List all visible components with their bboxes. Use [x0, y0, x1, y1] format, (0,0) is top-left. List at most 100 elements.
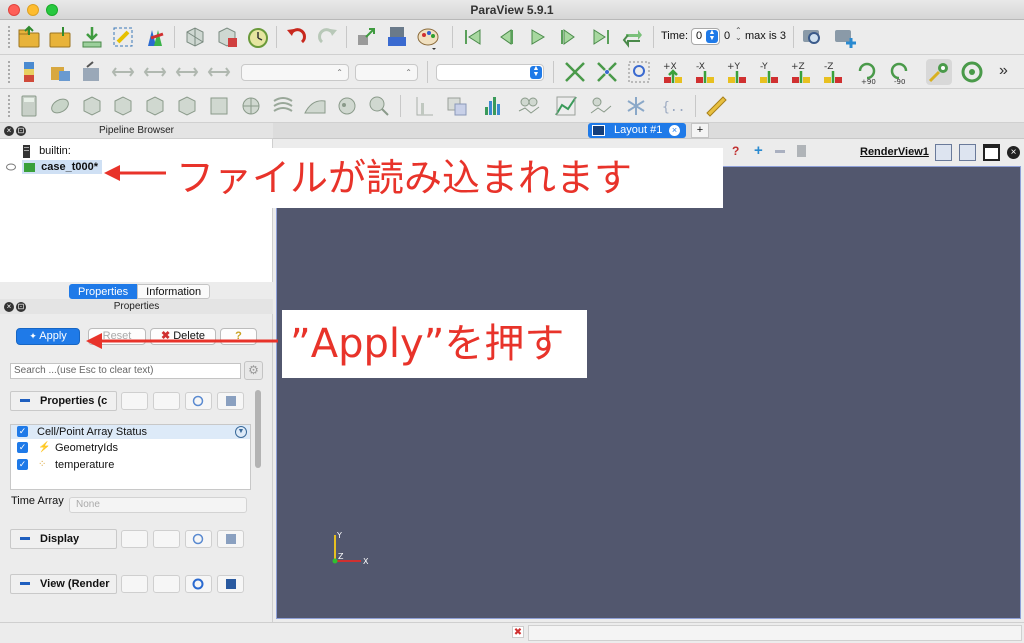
catalyst-pause-icon[interactable] — [214, 24, 240, 50]
header-checkbox[interactable]: ✓ — [17, 426, 28, 437]
pipeline-item-case-t000[interactable]: case_t000* — [6, 159, 128, 175]
rotate-plus-90-icon[interactable]: +90 — [854, 59, 880, 86]
timestep-value[interactable]: 0 — [724, 30, 730, 42]
render-view[interactable]: Y X Z — [276, 166, 1021, 619]
rotate-minus-90-icon[interactable]: -90 — [886, 59, 912, 86]
copy-properties-icon[interactable] — [121, 392, 148, 410]
query-icon[interactable]: ? — [732, 144, 739, 158]
redo-icon[interactable] — [315, 24, 341, 50]
rescale-custom-icon[interactable] — [110, 59, 136, 85]
close-icon[interactable]: × — [4, 302, 14, 312]
first-frame-icon[interactable] — [460, 24, 486, 50]
section-display-toggle[interactable]: Display — [10, 529, 117, 549]
error-icon[interactable]: ✖ — [512, 626, 524, 638]
extract-subset-icon[interactable] — [174, 93, 200, 119]
help-button[interactable]: ? — [220, 328, 257, 345]
plot-global-variables-icon[interactable] — [553, 93, 579, 119]
extract-level-icon[interactable] — [334, 93, 360, 119]
section-properties-toggle[interactable]: Properties (c — [10, 391, 117, 411]
view-minus-x-icon[interactable]: -X — [692, 59, 718, 85]
reload-display-icon[interactable] — [185, 530, 212, 548]
view-minus-y-icon[interactable]: -Y — [756, 59, 782, 85]
reset-range-icon[interactable] — [79, 59, 105, 85]
zoom-to-box-icon[interactable] — [626, 59, 652, 85]
threshold-icon[interactable] — [142, 93, 168, 119]
remove-selection-icon[interactable] — [775, 150, 785, 153]
close-tab-icon[interactable]: × — [669, 125, 680, 136]
save-display-icon[interactable] — [217, 530, 244, 548]
catalyst-connect-icon[interactable] — [182, 24, 208, 50]
python-calculator-icon[interactable]: {...} — [660, 93, 701, 119]
download-icon[interactable] — [79, 24, 105, 50]
maximize-view-icon[interactable] — [983, 144, 1000, 161]
edit-colormap-icon[interactable] — [47, 59, 73, 85]
save-properties-icon[interactable] — [217, 392, 244, 410]
representation-dropdown[interactable]: ▲ ▼ — [436, 64, 544, 81]
float-panel-icon[interactable]: ⊡ — [16, 302, 26, 312]
clip-icon[interactable] — [79, 93, 105, 119]
reset-center-icon[interactable] — [959, 59, 985, 85]
trash-icon[interactable] — [797, 145, 806, 157]
paste-view-icon[interactable] — [153, 575, 180, 593]
time-input[interactable]: 0 ▲ ▼ — [691, 28, 720, 45]
calculator-icon[interactable] — [16, 93, 42, 119]
time-array-dropdown[interactable]: None — [69, 497, 247, 513]
reload-view-icon[interactable] — [185, 575, 212, 593]
rescale-temporal-icon[interactable] — [174, 59, 200, 85]
toolbar-overflow-icon[interactable]: » — [999, 62, 1008, 80]
sort-chevron-icon[interactable]: ▼ — [235, 426, 247, 438]
next-frame-icon[interactable] — [556, 24, 582, 50]
split-horizontal-icon[interactable] — [935, 144, 952, 161]
array-checkbox[interactable]: ✓ — [17, 442, 28, 453]
view-plus-x-icon[interactable]: +X — [660, 59, 686, 85]
copy-view-icon[interactable] — [121, 575, 148, 593]
timer-icon[interactable] — [245, 24, 271, 50]
properties-scrollbar[interactable] — [255, 390, 261, 468]
tab-properties[interactable]: Properties — [69, 284, 138, 299]
camera-add-icon[interactable] — [832, 24, 858, 50]
temporal-statistics-icon[interactable] — [588, 93, 614, 119]
interaction-mode-icon[interactable] — [926, 59, 952, 85]
ruler-icon[interactable] — [703, 93, 729, 119]
paste-properties-icon[interactable] — [153, 392, 180, 410]
component-dropdown[interactable] — [355, 64, 418, 81]
view-plus-y-icon[interactable]: +Y — [724, 59, 750, 85]
save-view-icon[interactable] — [217, 575, 244, 593]
connect-icon[interactable] — [110, 24, 136, 50]
view-plus-z-icon[interactable]: +Z — [788, 59, 814, 85]
float-panel-icon[interactable]: ⊡ — [16, 126, 26, 136]
open-file-icon[interactable] — [16, 24, 42, 50]
last-frame-icon[interactable] — [588, 24, 614, 50]
plot-over-line-icon[interactable] — [411, 93, 437, 119]
gear-icon[interactable]: ⚙ — [244, 361, 263, 380]
glyph-icon[interactable] — [206, 93, 232, 119]
slice-icon[interactable] — [110, 93, 136, 119]
stream-tracer-icon[interactable] — [238, 93, 264, 119]
plot-data-over-time-icon[interactable] — [516, 93, 542, 119]
snowflake-icon[interactable] — [623, 93, 649, 119]
plot-selection-icon[interactable] — [444, 93, 470, 119]
split-vertical-icon[interactable] — [959, 144, 976, 161]
section-view-toggle[interactable]: View (Render — [10, 574, 117, 594]
contour-icon[interactable] — [47, 93, 73, 119]
play-icon[interactable] — [524, 24, 550, 50]
paste-display-icon[interactable] — [153, 530, 180, 548]
copy-display-icon[interactable] — [121, 530, 148, 548]
rescale-visible-icon[interactable] — [142, 59, 168, 85]
add-selection-icon[interactable]: + — [754, 142, 763, 159]
tab-layout-1[interactable]: Layout #1 × — [588, 123, 686, 138]
histogram-icon[interactable] — [480, 93, 506, 119]
view-minus-z-icon[interactable]: -Z — [820, 59, 846, 85]
apply-button[interactable]: ✦ Apply — [16, 328, 80, 345]
time-spin-button[interactable]: ▲ ▼ — [706, 29, 718, 43]
color-legend-icon[interactable] — [16, 59, 42, 85]
probe-icon[interactable] — [366, 93, 392, 119]
undo-icon[interactable] — [283, 24, 309, 50]
loop-icon[interactable] — [620, 24, 646, 50]
colormap-icon[interactable] — [142, 24, 168, 50]
save-data-icon[interactable] — [47, 24, 73, 50]
pipeline-item-builtin[interactable]: builtin: — [22, 143, 71, 159]
tab-information[interactable]: Information — [137, 284, 211, 299]
camera-undo-icon[interactable] — [353, 24, 379, 50]
screenshot-icon[interactable] — [384, 24, 410, 50]
